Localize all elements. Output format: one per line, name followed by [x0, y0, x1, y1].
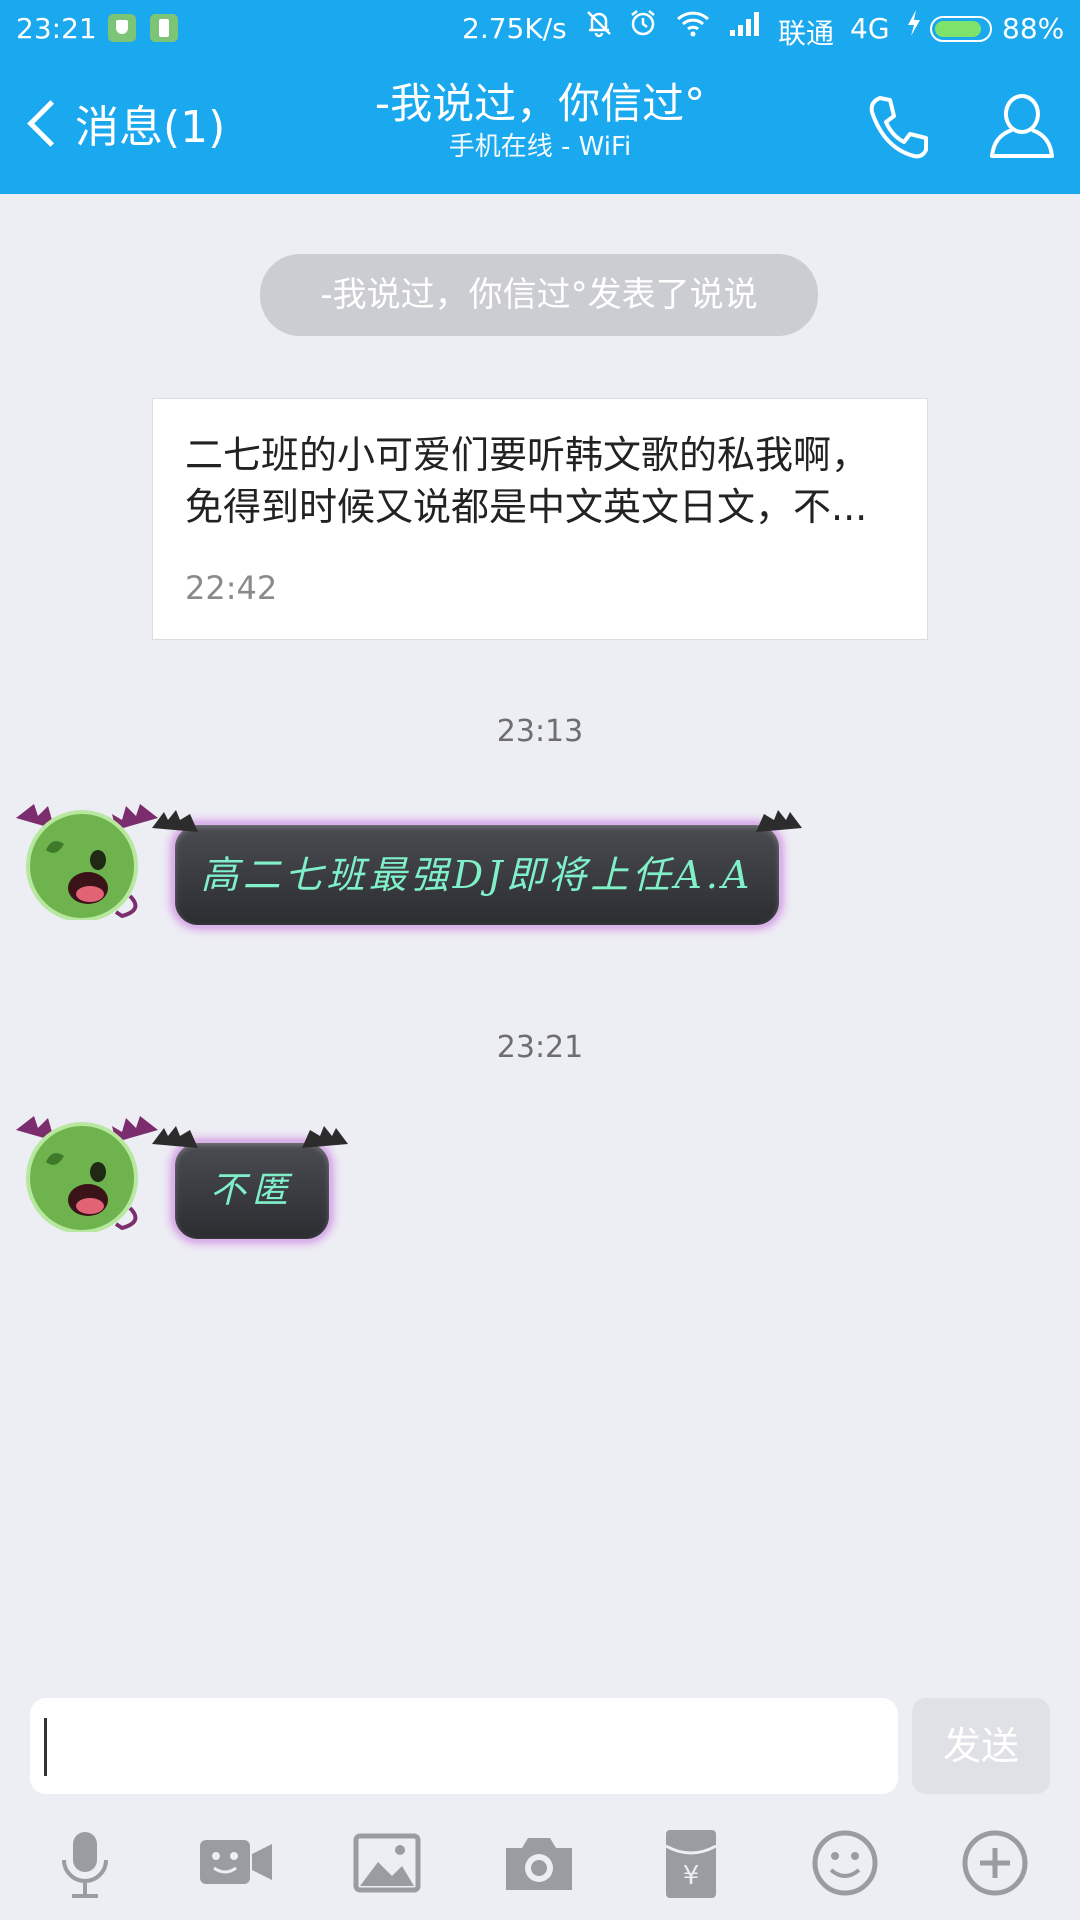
profile-button[interactable] — [982, 86, 1062, 166]
battery-app-icon — [150, 14, 178, 42]
send-button[interactable]: 发送 — [912, 1698, 1050, 1794]
bat-wing-decoration — [756, 810, 802, 832]
avatar[interactable] — [12, 800, 162, 922]
mute-bell-icon — [584, 8, 614, 46]
red-packet-icon[interactable]: ¥ — [646, 1818, 736, 1908]
message-timestamp: 23:13 — [496, 714, 584, 749]
emoji-icon[interactable] — [800, 1818, 890, 1908]
chat-header: 消息(1) -我说过，你信过° 手机在线 - WiFi — [0, 58, 1080, 194]
post-time: 22:42 — [185, 569, 278, 607]
bat-wing-decoration — [152, 1126, 198, 1148]
charging-icon — [904, 8, 924, 46]
carrier-label: 联通 — [778, 17, 835, 50]
shield-icon — [108, 14, 136, 42]
battery-icon — [930, 16, 992, 42]
post-text: 二七班的小可爱们要听韩文歌的私我啊，免得到时候又说都是中文英文日文，不... — [185, 433, 870, 529]
battery-percent: 88% — [1002, 12, 1065, 45]
wifi-icon — [676, 8, 710, 46]
chevron-left-icon — [27, 99, 74, 147]
avatar[interactable] — [12, 1112, 162, 1234]
page-title: -我说过，你信过° — [374, 79, 706, 128]
svg-text:¥: ¥ — [683, 1861, 700, 1891]
message-bubble[interactable]: 不匿 — [172, 1140, 332, 1242]
user-icon — [990, 94, 1054, 158]
text-cursor — [44, 1718, 47, 1776]
plus-icon[interactable] — [950, 1818, 1040, 1908]
microphone-icon[interactable] — [40, 1818, 130, 1908]
phone-call-button[interactable] — [858, 86, 938, 166]
bat-wing-decoration — [152, 810, 198, 832]
status-time: 23:21 — [16, 12, 97, 45]
network-type: 4G — [850, 12, 890, 45]
back-button[interactable]: 消息(1) — [24, 88, 225, 158]
alarm-icon — [628, 8, 658, 46]
message-bubble[interactable]: 高二七班最强DJ即将上任A.A — [172, 822, 782, 928]
image-icon[interactable] — [342, 1818, 432, 1908]
message-timestamp: 23:21 — [496, 1030, 584, 1065]
video-call-icon[interactable] — [190, 1818, 280, 1908]
online-status: 手机在线 - WiFi — [448, 132, 632, 162]
status-bar: 23:21 2.75K/s 联通 4G 88% — [0, 0, 1080, 58]
camera-icon[interactable] — [494, 1818, 584, 1908]
net-speed: 2.75K/s — [462, 12, 567, 45]
shared-post-card[interactable]: 二七班的小可爱们要听韩文歌的私我啊，免得到时候又说都是中文英文日文，不... 2… — [152, 398, 928, 640]
back-label: 消息(1) — [75, 102, 226, 153]
system-notice[interactable]: -我说过，你信过°发表了说说 — [260, 254, 818, 336]
signal-icon — [728, 8, 764, 46]
phone-icon — [869, 96, 928, 159]
input-toolbar: ¥ — [0, 1818, 1080, 1908]
bat-wing-decoration — [302, 1126, 348, 1148]
message-input[interactable] — [30, 1698, 898, 1794]
